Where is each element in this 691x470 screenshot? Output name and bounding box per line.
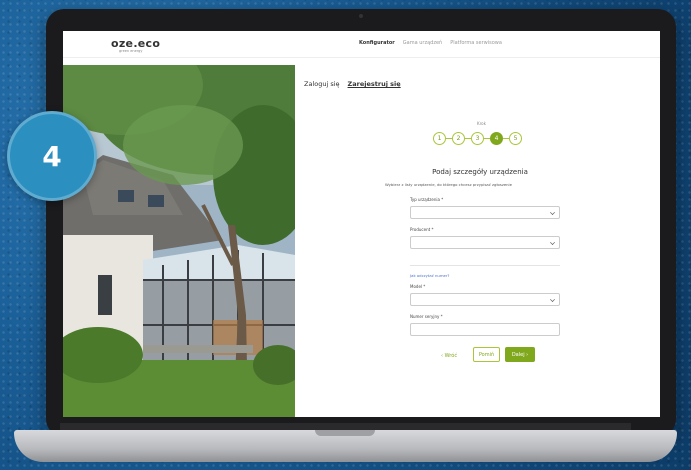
serial-help-link[interactable]: Jak odczytać numer? bbox=[410, 273, 449, 278]
manufacturer-select[interactable] bbox=[410, 236, 560, 249]
stepper-label: Krok bbox=[477, 121, 486, 126]
skip-button[interactable]: Pomiń bbox=[473, 347, 500, 362]
chevron-down-icon bbox=[550, 210, 555, 215]
step-number-badge: 4 bbox=[7, 111, 97, 201]
login-link[interactable]: Zaloguj się bbox=[304, 80, 340, 88]
chevron-down-icon bbox=[550, 240, 555, 245]
stepper: 1 2 3 4 5 bbox=[433, 132, 522, 145]
main-nav: Konfigurator Gama urządzeń Platforma ser… bbox=[359, 40, 502, 46]
app-screen: oze.eco green energy Konfigurator Gama u… bbox=[63, 31, 660, 417]
step-5[interactable]: 5 bbox=[509, 132, 522, 145]
model-select[interactable] bbox=[410, 293, 560, 306]
laptop-notch bbox=[315, 430, 375, 436]
step-1[interactable]: 1 bbox=[433, 132, 446, 145]
serial-number-label: Numer seryjny * bbox=[410, 314, 443, 319]
next-button[interactable]: Dalej › bbox=[505, 347, 535, 362]
top-navigation-bar: oze.eco green energy Konfigurator Gama u… bbox=[63, 31, 660, 58]
camera bbox=[359, 14, 363, 18]
step-4-current[interactable]: 4 bbox=[490, 132, 503, 145]
form-title: Podaj szczegóły urządzenia bbox=[432, 168, 528, 176]
model-label: Model * bbox=[410, 284, 426, 289]
laptop-frame: oze.eco green energy Konfigurator Gama u… bbox=[46, 9, 676, 437]
house-photo bbox=[63, 65, 295, 417]
nav-item-range[interactable]: Gama urządzeń bbox=[403, 40, 442, 46]
nav-item-service-platform[interactable]: Platforma serwisowa bbox=[450, 40, 502, 46]
step-2[interactable]: 2 bbox=[452, 132, 465, 145]
auth-links: Zaloguj się Zarejestruj się bbox=[304, 80, 401, 88]
manufacturer-label: Producent * bbox=[410, 227, 434, 232]
nav-item-configurator[interactable]: Konfigurator bbox=[359, 40, 395, 46]
register-link[interactable]: Zarejestruj się bbox=[348, 80, 401, 88]
logo-subtitle: green energy bbox=[119, 49, 143, 53]
serial-number-input[interactable] bbox=[410, 323, 560, 336]
form-description: Wybierz z listy urządzenie, do którego c… bbox=[385, 182, 512, 187]
divider bbox=[410, 265, 560, 266]
device-type-label: Typ urządzenia * bbox=[410, 197, 444, 202]
device-type-select[interactable] bbox=[410, 206, 560, 219]
step-3[interactable]: 3 bbox=[471, 132, 484, 145]
chevron-down-icon bbox=[550, 297, 555, 302]
back-button[interactable]: ‹ Wróć bbox=[441, 353, 457, 359]
laptop-base bbox=[14, 430, 677, 462]
